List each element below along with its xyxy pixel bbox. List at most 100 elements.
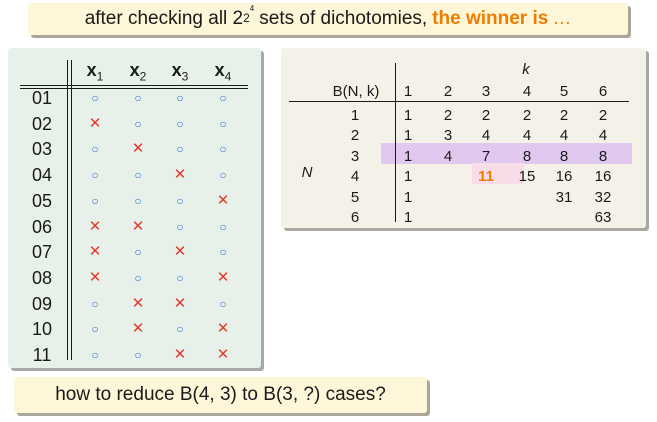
n-row-label: 3 [350, 147, 360, 165]
table-value: 2 [443, 107, 453, 124]
circle-mark-icon: ○ [134, 91, 142, 105]
column-header-subscript: 1 [96, 69, 104, 84]
table-value: 8 [559, 147, 569, 165]
circle-mark-icon: ○ [219, 142, 227, 157]
cross-mark-icon: ✕ [88, 114, 102, 132]
circle-mark-icon: ○ [176, 116, 184, 131]
corner-label: B(N, k) [332, 83, 380, 100]
table-value: 4 [522, 127, 532, 145]
cross-mark-icon: ✕ [88, 243, 102, 261]
cross-mark-icon: ✕ [216, 320, 230, 338]
column-header-base: x [86, 60, 97, 80]
row-label: 03 [31, 139, 53, 160]
table-value: 2 [522, 107, 532, 124]
circle-mark-icon: ○ [219, 245, 227, 260]
row-label: 05 [31, 190, 53, 211]
banner-dots: … [552, 8, 572, 29]
table-value: 4 [598, 127, 608, 145]
k-header: 4 [522, 83, 532, 100]
circle-mark-icon: ○ [176, 322, 184, 337]
circle-mark-icon: ○ [176, 270, 184, 285]
bound-table-panel: k B(N, k) N 1 2 3 4 5 6 1 1 2 2 2 2 2 2 1 3 4 4 4 4 3 1 4 7 8 8 8 4 1 11… [281, 48, 646, 228]
table-value: 4 [443, 147, 453, 165]
cross-mark-icon: ✕ [216, 191, 230, 209]
table-value: 7 [481, 147, 491, 165]
question-text: how to reduce B(4, 3) to B(3, ?) cases? [55, 384, 386, 405]
row-label: 11 [32, 345, 52, 365]
k-header: 5 [559, 83, 569, 100]
column-header-base: x [129, 60, 140, 80]
winner-value: 11 [478, 168, 494, 186]
banner-highlight: the winner is [432, 8, 549, 29]
row-label: 02 [31, 113, 53, 134]
k-label: k [522, 61, 530, 78]
n-row-label: 6 [350, 209, 360, 226]
k-header: 2 [443, 83, 453, 100]
table-value: 32 [594, 188, 612, 206]
table-value: 4 [559, 127, 569, 145]
circle-mark-icon: ○ [219, 219, 227, 234]
column-header-x2: x2 [118, 60, 158, 84]
cross-mark-icon: ✕ [131, 217, 145, 235]
column-header-base: x [214, 60, 225, 80]
banner-exponent-4: 4 [249, 3, 255, 13]
cross-mark-icon: ✕ [131, 320, 145, 338]
table-value: 8 [522, 147, 532, 165]
circle-mark-icon: ○ [91, 168, 99, 183]
n-row-label: 5 [350, 188, 360, 206]
table-value: 3 [443, 127, 453, 145]
table-value: 8 [598, 147, 608, 165]
question-box: how to reduce B(4, 3) to B(3, ?) cases? [14, 377, 427, 413]
cross-mark-icon: ✕ [88, 217, 102, 235]
n-row-label: 2 [350, 127, 360, 145]
row-label: 07 [31, 242, 53, 263]
table-value: 1 [403, 209, 413, 226]
circle-mark-icon: ○ [134, 193, 142, 208]
table-value: 2 [559, 107, 569, 124]
circle-mark-icon: ○ [176, 91, 184, 105]
circle-mark-icon: ○ [176, 219, 184, 234]
table-value: 16 [594, 168, 612, 186]
row-label: 06 [31, 216, 53, 237]
table-value: 1 [403, 188, 413, 206]
table-value: 1 [403, 168, 413, 186]
column-header-x4: x4 [203, 60, 243, 84]
row-label: 04 [31, 165, 53, 186]
banner-middle: sets of dichotomies, [259, 8, 428, 29]
separator-vertical-1 [71, 60, 72, 360]
column-header-base: x [171, 60, 182, 80]
k-header: 6 [598, 83, 608, 100]
circle-mark-icon: ○ [219, 296, 227, 311]
cross-mark-icon: ✕ [173, 243, 187, 261]
separator-horizontal-0 [20, 85, 248, 86]
cross-mark-icon: ✕ [131, 294, 145, 312]
n-label: N [301, 164, 313, 181]
separator-vertical-0 [67, 60, 68, 360]
circle-mark-icon: ○ [134, 116, 142, 131]
circle-mark-icon: ○ [91, 296, 99, 311]
dichotomies-table: x1 x2 x3 x4 01 ○ ○ ○ ○ 02 ✕ ○ ○ ○ 03 ○ ✕ ○ ○ 04 ○ ○ ✕ ○ 05 ○ ○ ○ ✕ 06… [8, 48, 261, 368]
circle-mark-icon: ○ [219, 168, 227, 183]
circle-mark-icon: ○ [91, 142, 99, 157]
row-label: 09 [31, 293, 53, 314]
circle-mark-icon: ○ [91, 193, 99, 208]
table-value: 2 [598, 107, 608, 124]
row-label: 08 [31, 267, 53, 288]
row-label: 01 [31, 88, 53, 108]
table-value: 1 [403, 127, 413, 145]
circle-mark-icon: ○ [91, 91, 99, 105]
table-value: 4 [481, 127, 491, 145]
cross-mark-icon: ✕ [131, 140, 145, 158]
circle-mark-icon: ○ [91, 322, 99, 337]
circle-mark-icon: ○ [134, 168, 142, 183]
cross-mark-icon: ✕ [173, 346, 187, 363]
circle-mark-icon: ○ [219, 91, 227, 105]
title-banner: after checking all 2 2 4 sets of dichoto… [28, 3, 628, 35]
circle-mark-icon: ○ [176, 193, 184, 208]
column-header-subscript: 4 [224, 69, 232, 84]
circle-mark-icon: ○ [219, 116, 227, 131]
circle-mark-icon: ○ [134, 270, 142, 285]
cross-mark-icon: ✕ [216, 268, 230, 286]
cross-mark-icon: ✕ [88, 268, 102, 286]
cross-mark-icon: ✕ [173, 166, 187, 184]
